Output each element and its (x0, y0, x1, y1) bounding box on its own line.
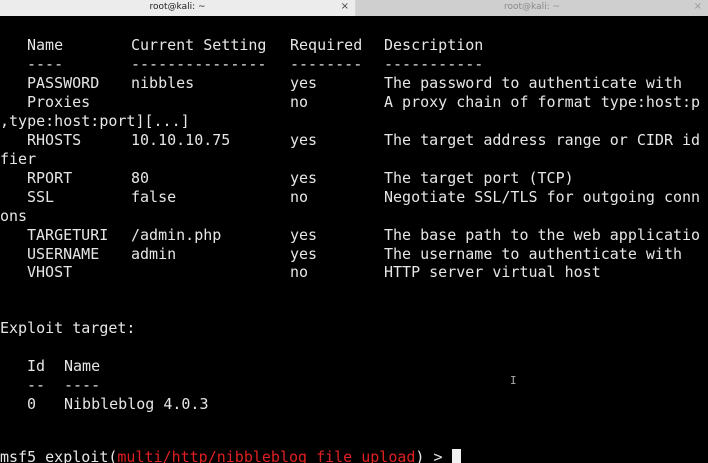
option-description-wrap: ,type:host:port][...] (0, 112, 190, 131)
target-id: 0 (27, 395, 37, 413)
option-description-wrap: ons (0, 207, 36, 226)
separator: -------- (290, 55, 363, 73)
prompt-prefix: msf5 exploit( (0, 448, 118, 463)
target-separator-row: -- ---- (0, 376, 100, 395)
option-setting: nibbles (131, 74, 195, 92)
separator: ---- (27, 55, 64, 73)
option-description: A proxy chain of format type:host:p (384, 93, 701, 111)
command-prompt[interactable]: msf5 exploit(multi/http/nibbleblog_file_… (0, 448, 461, 463)
target-name: Nibbleblog 4.0.3 (64, 395, 209, 413)
close-icon[interactable]: × (694, 0, 702, 14)
exploit-target-heading: Exploit target: (0, 319, 135, 338)
tab-bar: root@kali: ~ × root@kali: ~ × (0, 0, 708, 16)
tab-title: root@kali: ~ (503, 2, 561, 12)
option-description: HTTP server virtual host (384, 263, 601, 281)
option-required: yes (290, 74, 318, 92)
option-description: Negotiate SSL/TLS for outgoing conn (384, 188, 701, 206)
option-required: yes (290, 245, 318, 263)
target-header-row: Id Name (0, 357, 100, 376)
tab-active[interactable]: root@kali: ~ × (0, 0, 355, 16)
option-required: no (290, 263, 309, 281)
option-required: yes (290, 131, 318, 149)
text-cursor (451, 449, 461, 463)
section-heading: Exploit target: (0, 319, 136, 337)
wrapped-text: ons (0, 207, 28, 225)
separator: --------------- (131, 55, 267, 73)
column-header: Description (384, 36, 484, 54)
option-description: The target address range or CIDR id (384, 131, 701, 149)
close-icon[interactable]: × (341, 0, 349, 14)
option-row: PASSWORD nibbles yes The password to aut… (0, 74, 682, 93)
option-name: SSL (27, 188, 55, 206)
tab-inactive[interactable]: root@kali: ~ × (356, 0, 708, 16)
option-name: TARGETURI (27, 226, 109, 244)
options-header-row: Name Current Setting Required Descriptio… (0, 36, 483, 55)
option-name: USERNAME (27, 245, 100, 263)
column-header: Required (290, 36, 363, 54)
option-row: RPORT 80 yes The target port (TCP) (0, 169, 574, 188)
option-required: yes (290, 169, 318, 187)
option-row: VHOST no HTTP server virtual host (0, 263, 601, 282)
option-name: RPORT (27, 169, 73, 187)
ibeam-cursor-icon: I (510, 374, 517, 387)
option-row: RHOSTS 10.10.10.75 yes The target addres… (0, 131, 700, 150)
option-required: no (290, 93, 309, 111)
wrapped-text: ,type:host:port][...] (0, 112, 190, 130)
option-setting: false (131, 188, 177, 206)
separator: ---- (64, 376, 101, 394)
option-setting: admin (131, 245, 177, 263)
option-description: The password to authenticate with (384, 74, 683, 92)
option-row: TARGETURI /admin.php yes The base path t… (0, 226, 700, 245)
option-name: VHOST (27, 263, 73, 281)
option-name: Proxies (27, 93, 91, 111)
option-setting: /admin.php (131, 226, 222, 244)
option-description-wrap: fier (0, 150, 36, 169)
option-name: RHOSTS (27, 131, 82, 149)
prompt-module: multi/http/nibbleblog_file_upload (117, 448, 416, 463)
option-row: SSL false no Negotiate SSL/TLS for outgo… (0, 188, 700, 207)
target-row: 0 Nibbleblog 4.0.3 (0, 395, 209, 414)
options-separator-row: ---- --------------- -------- ----------… (0, 55, 483, 74)
column-header: Id (27, 357, 46, 375)
prompt-suffix: ) > (415, 448, 452, 463)
separator: -- (27, 376, 46, 394)
terminal-output[interactable]: Name Current Setting Required Descriptio… (0, 16, 708, 463)
column-header: Name (64, 357, 101, 375)
option-description: The username to authenticate with (384, 245, 683, 263)
separator: ----------- (384, 55, 484, 73)
option-required: yes (290, 226, 318, 244)
option-setting: 80 (131, 169, 150, 187)
column-header: Name (27, 36, 64, 54)
option-description: The base path to the web applicatio (384, 226, 701, 244)
option-required: no (290, 188, 309, 206)
option-description: The target port (TCP) (384, 169, 574, 187)
column-header: Current Setting (131, 36, 267, 54)
option-row: USERNAME admin yes The username to authe… (0, 245, 682, 264)
option-name: PASSWORD (27, 74, 100, 92)
tab-title: root@kali: ~ (149, 2, 206, 12)
option-setting: 10.10.10.75 (131, 131, 231, 149)
option-row: Proxies no A proxy chain of format type:… (0, 93, 700, 112)
wrapped-text: fier (0, 150, 37, 168)
